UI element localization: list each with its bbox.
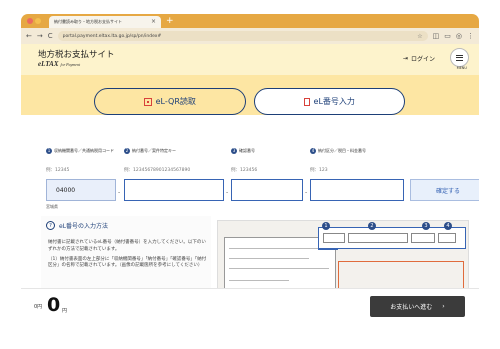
payment-category-input[interactable] <box>310 179 404 201</box>
el-number-zoom <box>318 227 466 249</box>
login-label: ログイン <box>410 56 435 63</box>
menu-button[interactable] <box>450 48 469 67</box>
step-badge: 3 <box>422 222 430 230</box>
browser-tab-bar: 納付書読み取り・地方税お支払サイト × + <box>21 14 479 28</box>
login-link[interactable]: ⇥ ログイン <box>403 54 435 63</box>
forward-icon[interactable]: → <box>37 32 43 40</box>
logo-text: eLTAX <box>38 60 59 68</box>
profile-icon[interactable]: ◎ <box>456 32 462 40</box>
minimize-window-dot[interactable] <box>35 18 41 24</box>
tab-number-input-label: eL番号入力 <box>313 97 355 106</box>
site-title[interactable]: 地方税お支払サイト <box>38 48 115 60</box>
chevron-right-icon: › <box>442 303 445 310</box>
close-window-dot[interactable] <box>27 18 33 24</box>
question-icon: ? <box>46 221 55 230</box>
institution-number-input[interactable]: 04000 <box>46 179 116 201</box>
tab-qr-read[interactable]: eL-QR読取 <box>94 88 246 115</box>
howto-paragraph: （1）納付書表面の左上部分に「収納機関番号」「納付番号」「確認番号」「納付区分」… <box>48 256 207 269</box>
tab-qr-read-label: eL-QR読取 <box>155 97 196 106</box>
field-4-label: 4 納付区分／税目・料金番号 <box>310 148 366 154</box>
field-3-label: 3 確認番号 <box>231 148 255 154</box>
step-badge: 4 <box>310 148 316 154</box>
site-header: 地方税お支払サイト eLTAX for Payment ⇥ ログイン MENU <box>21 44 479 75</box>
logo-subtext: for Payment <box>60 62 81 67</box>
separator-dash: - <box>118 189 121 196</box>
step-badge: 3 <box>231 148 237 154</box>
payment-footer: 0円 0 円 お支払いへ進む › <box>21 288 479 326</box>
pay-button-label: お支払いへ進む <box>390 304 433 311</box>
hamburger-icon <box>456 54 463 56</box>
tab-number-input[interactable]: eL番号入力 <box>253 88 405 115</box>
proceed-to-payment-button[interactable]: お支払いへ進む › <box>370 296 465 317</box>
field-2-example: 例：12345678901234567890 <box>124 168 191 173</box>
field-3-example: 例：123456 <box>231 168 258 173</box>
amount-value: 0 <box>47 294 61 316</box>
step-badge: 1 <box>46 148 52 154</box>
confirmation-number-input[interactable] <box>231 179 303 201</box>
extensions-icon[interactable]: ◫ <box>433 32 440 40</box>
amount-label: 0円 <box>34 304 43 310</box>
close-icon[interactable]: × <box>151 19 156 25</box>
step-badge: 2 <box>124 148 130 154</box>
page: 地方税お支払サイト eLTAX for Payment ⇥ ログイン MENU e… <box>21 44 479 326</box>
step-badge: 4 <box>444 222 452 230</box>
document-icon <box>303 97 310 106</box>
menu-label: MENU <box>456 66 467 70</box>
reload-icon[interactable]: C <box>48 32 53 40</box>
field-4-example: 例：123 <box>310 168 328 173</box>
amount-unit: 円 <box>62 308 68 314</box>
separator-dash: - <box>305 189 308 196</box>
browser-menu-icon[interactable]: ⋮ <box>467 32 474 40</box>
sidebar-icon[interactable]: ▭ <box>444 32 451 40</box>
field-2-label: 2 納付番号／案件特定キー <box>124 148 176 154</box>
bookmark-star-icon[interactable]: ☆ <box>417 33 422 40</box>
url-field[interactable]: portal.payment.eltax.lta.go.jp/sp/pn/ind… <box>57 31 428 41</box>
howto-paragraph: 納付書に記載されているeL番号（納付書番号）を入力してください。以下のいずれかの… <box>48 240 206 252</box>
field-1-label: 1 収納機関番号／共通納税用コード <box>46 148 114 154</box>
new-tab-icon[interactable]: + <box>166 15 174 27</box>
tab-title: 納付書読み取り・地方税お支払サイト <box>54 19 122 24</box>
url-text: portal.payment.eltax.lta.go.jp/sp/pn/ind… <box>62 33 162 39</box>
howto-text: 納付書に記載されているeL番号（納付書番号）を入力してください。以下のいずれかの… <box>48 240 210 273</box>
address-bar: ← → C portal.payment.eltax.lta.go.jp/sp/… <box>21 28 479 44</box>
browser-tab[interactable]: 納付書読み取り・地方税お支払サイト × <box>49 16 161 28</box>
back-icon[interactable]: ← <box>26 32 32 40</box>
separator-dash: - <box>226 189 229 196</box>
field-1-example: 例：12345 <box>46 168 70 173</box>
payment-number-input[interactable] <box>124 179 224 201</box>
confirm-button[interactable]: 確定する <box>410 179 479 201</box>
eltax-logo[interactable]: eLTAX for Payment <box>38 60 80 68</box>
step-badge: 2 <box>368 222 376 230</box>
institution-name: 宮城県 <box>46 204 58 209</box>
qr-code-icon <box>143 97 152 106</box>
mode-tabs: eL-QR読取 eL番号入力 <box>94 88 405 115</box>
login-icon: ⇥ <box>402 55 408 62</box>
howto-title: ? eL番号の入力方法 <box>46 221 108 230</box>
step-badge: 1 <box>322 222 330 230</box>
